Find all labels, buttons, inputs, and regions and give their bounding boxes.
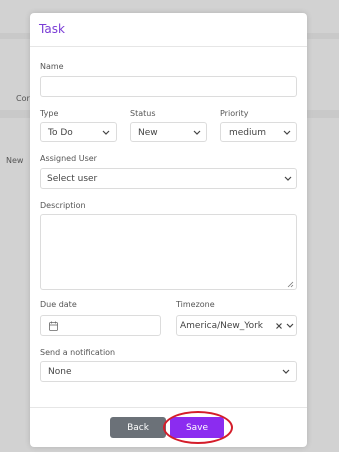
save-button-highlight — [163, 411, 233, 444]
chevron-down-icon — [282, 129, 292, 137]
assigned-user-label: Assigned User — [40, 154, 97, 163]
modal-footer-divider — [30, 407, 307, 408]
page-bottom-strip — [0, 452, 339, 463]
chevron-down-icon — [281, 368, 291, 376]
chevron-down-icon — [101, 129, 111, 137]
name-label: Name — [40, 62, 64, 71]
task-modal: Task Name Type To Do Status New Priority… — [30, 13, 307, 447]
calendar-icon[interactable] — [49, 321, 58, 331]
status-label: Status — [130, 109, 156, 118]
notification-select[interactable]: None — [40, 361, 297, 382]
assigned-user-value: Select user — [47, 174, 98, 184]
due-date-input[interactable] — [40, 315, 161, 336]
priority-value: medium — [229, 128, 266, 138]
timezone-value: America/New_York — [180, 321, 264, 331]
notification-label: Send a notification — [40, 348, 116, 357]
background-column-text: Cor — [16, 94, 30, 103]
back-button[interactable]: Back — [110, 417, 166, 438]
timezone-label: Timezone — [176, 300, 215, 309]
type-value: To Do — [48, 128, 73, 138]
chevron-down-icon — [192, 129, 202, 137]
background-row-text: New — [6, 156, 24, 165]
type-select[interactable]: To Do — [40, 122, 117, 142]
modal-title: Task — [39, 22, 65, 36]
type-label: Type — [40, 109, 59, 118]
clear-icon[interactable] — [275, 322, 283, 330]
priority-select[interactable]: medium — [220, 122, 297, 142]
priority-label: Priority — [220, 109, 249, 118]
description-textarea[interactable] — [40, 214, 297, 290]
assigned-user-select[interactable]: Select user — [40, 168, 297, 189]
status-select[interactable]: New — [130, 122, 207, 142]
due-date-label: Due date — [40, 300, 77, 309]
chevron-down-icon — [285, 322, 295, 330]
timezone-select[interactable]: America/New_York — [176, 315, 297, 336]
status-value: New — [138, 128, 158, 138]
modal-header: Task — [30, 13, 307, 47]
resize-handle-icon[interactable] — [287, 281, 294, 288]
name-input[interactable] — [40, 76, 297, 97]
description-label: Description — [40, 201, 86, 210]
chevron-down-icon — [283, 175, 293, 183]
notification-value: None — [48, 367, 72, 377]
